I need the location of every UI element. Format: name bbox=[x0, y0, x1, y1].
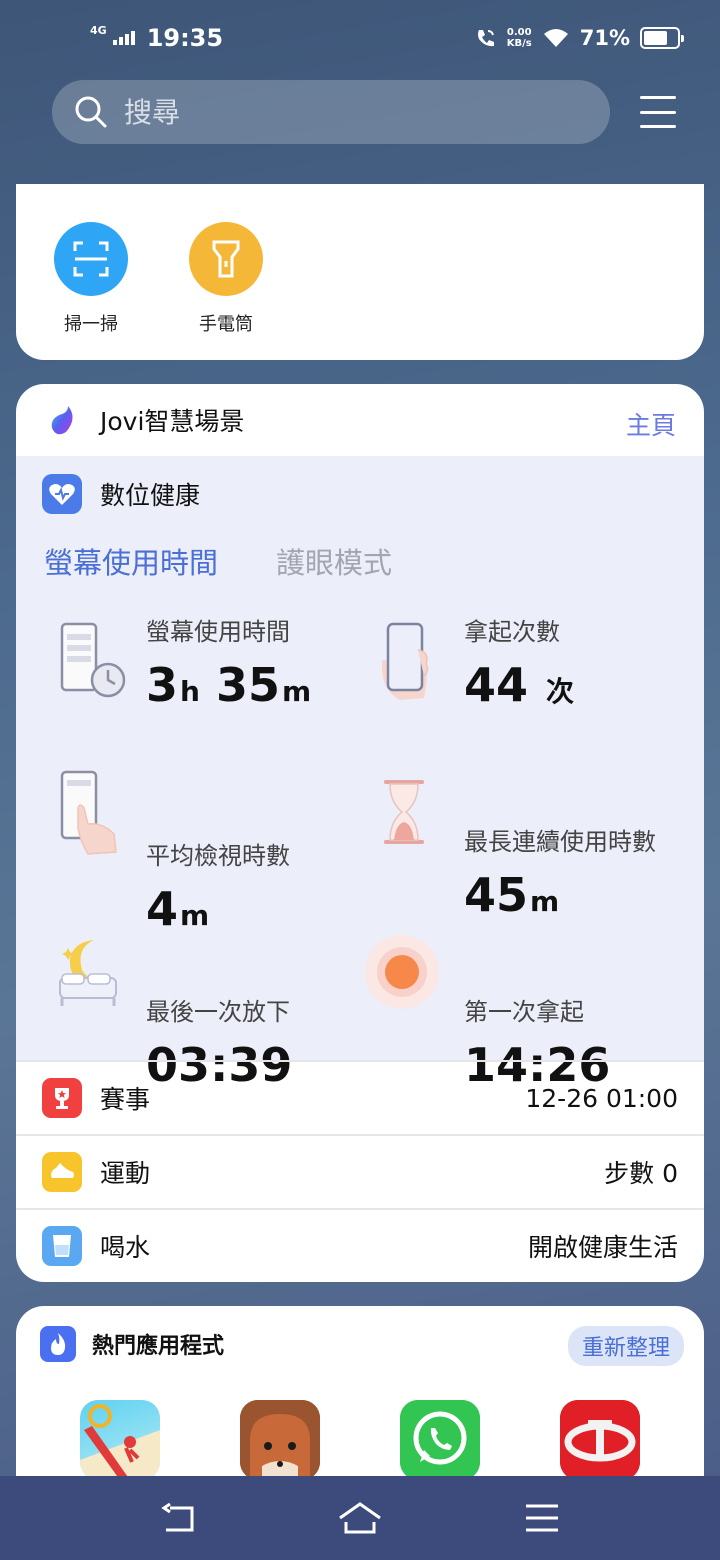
status-left: 4G 19:35 bbox=[90, 23, 224, 53]
wifi-calling-icon bbox=[477, 30, 494, 47]
status-right: 0.00 KB/s 71% bbox=[475, 26, 684, 50]
search-input[interactable] bbox=[124, 95, 564, 129]
flashlight-label: 手電筒 bbox=[199, 314, 253, 335]
hot-apps-title: 熱門應用程式 bbox=[92, 1334, 225, 1359]
first-pickup-label: 第一次拿起 bbox=[464, 998, 584, 1026]
wifi-icon bbox=[543, 29, 568, 47]
phone-in-hand-icon bbox=[381, 622, 429, 700]
recents-icon[interactable] bbox=[522, 1498, 562, 1538]
search-icon bbox=[75, 96, 107, 128]
scan-icon bbox=[54, 222, 128, 296]
row-events[interactable]: 賽事 12-26 01:00 bbox=[16, 1060, 704, 1134]
sports-label: 運動 bbox=[100, 1159, 151, 1188]
tandem-fox-app-icon[interactable] bbox=[240, 1400, 320, 1476]
health-heart-icon bbox=[42, 474, 82, 514]
jovi-title: Jovi智慧場景 bbox=[100, 407, 245, 436]
signal-icon bbox=[112, 31, 135, 45]
speed-unit: KB/s bbox=[506, 38, 532, 49]
battery-icon bbox=[640, 27, 684, 49]
battery-percent: 71% bbox=[579, 26, 630, 50]
row-sports[interactable]: 運動 步數 0 bbox=[16, 1134, 704, 1208]
runner-game-app-icon[interactable] bbox=[80, 1400, 160, 1476]
events-label: 賽事 bbox=[100, 1085, 151, 1114]
menu-icon[interactable] bbox=[640, 96, 676, 128]
avg-view-value: 4m bbox=[146, 882, 210, 936]
quick-actions-card: 掃一掃 手電筒 bbox=[16, 184, 704, 360]
speed-value: 0.00 bbox=[506, 27, 532, 38]
home-icon[interactable] bbox=[336, 1498, 384, 1538]
water-label: 喝水 bbox=[100, 1233, 151, 1262]
status-bar: 4G 19:35 0.00 KB/s 71% bbox=[0, 0, 720, 80]
flashlight-icon bbox=[189, 222, 263, 296]
events-value: 12-26 01:00 bbox=[525, 1083, 678, 1113]
digital-health-panel[interactable]: 數位健康 螢幕使用時間 護眼模式 螢幕使用時間 3h 35m 拿起次數 44 次 bbox=[16, 456, 704, 1092]
pickups-metric: 拿起次數 44 次 bbox=[464, 616, 574, 719]
finger-tap-icon bbox=[60, 770, 117, 855]
tab-screen-time[interactable]: 螢幕使用時間 bbox=[44, 540, 218, 582]
longest-metric: 最長連續使用時數 45m bbox=[464, 826, 674, 929]
flame-icon bbox=[40, 1326, 76, 1362]
navigation-bar bbox=[0, 1476, 720, 1560]
refresh-button[interactable]: 重新整理 bbox=[567, 1326, 684, 1366]
sports-value: 步數 0 bbox=[604, 1159, 678, 1188]
moon-bed-icon bbox=[59, 940, 117, 1006]
jovi-card: Jovi智慧場景 主頁 數位健康 螢幕使用時間 護眼模式 螢幕使用時間 3h 3… bbox=[16, 384, 704, 1282]
scan-label: 掃一掃 bbox=[64, 314, 118, 335]
row-water[interactable]: 喝水 開啟健康生活 bbox=[16, 1208, 704, 1282]
screen-time-icon bbox=[60, 622, 126, 698]
pickups-label: 拿起次數 bbox=[464, 618, 560, 646]
longest-label: 最長連續使用時數 bbox=[464, 828, 656, 856]
telkomsel-app-icon[interactable] bbox=[560, 1400, 640, 1476]
sneaker-icon bbox=[42, 1152, 82, 1192]
digital-health-title: 數位健康 bbox=[100, 481, 201, 510]
search-bar[interactable] bbox=[52, 80, 610, 144]
screen-time-value: 3h 35m bbox=[146, 658, 312, 712]
hot-apps-card: 熱門應用程式 重新整理 bbox=[16, 1306, 704, 1476]
water-value: 開啟健康生活 bbox=[527, 1233, 678, 1262]
avg-view-label: 平均檢視時數 bbox=[146, 842, 290, 870]
tab-eye-care[interactable]: 護眼模式 bbox=[276, 540, 392, 582]
trophy-icon bbox=[42, 1078, 82, 1118]
jovi-logo-icon bbox=[51, 406, 73, 435]
hourglass-icon bbox=[384, 780, 424, 844]
cup-icon bbox=[42, 1226, 82, 1266]
screen-time-label: 螢幕使用時間 bbox=[146, 618, 290, 646]
whatsapp-app-icon[interactable] bbox=[400, 1400, 480, 1476]
avg-view-metric: 平均檢視時數 4m bbox=[146, 840, 290, 943]
sunrise-icon bbox=[365, 935, 439, 1009]
digital-health-header: 數位健康 bbox=[42, 474, 200, 514]
jovi-home-link[interactable]: 主頁 bbox=[626, 406, 676, 442]
pickups-value: 44 次 bbox=[464, 658, 575, 712]
network-speed: 0.00 KB/s bbox=[507, 27, 532, 49]
last-down-label: 最後一次放下 bbox=[146, 998, 290, 1026]
clock: 19:35 bbox=[146, 24, 224, 52]
longest-value: 45m bbox=[464, 868, 560, 922]
flashlight-action[interactable]: 手電筒 bbox=[171, 222, 281, 336]
back-icon[interactable] bbox=[160, 1498, 200, 1538]
scan-action[interactable]: 掃一掃 bbox=[36, 222, 146, 336]
network-type: 4G bbox=[90, 23, 107, 37]
jovi-header[interactable]: Jovi智慧場景 主頁 bbox=[16, 384, 704, 456]
screen-time-metric: 螢幕使用時間 3h 35m bbox=[146, 616, 311, 719]
